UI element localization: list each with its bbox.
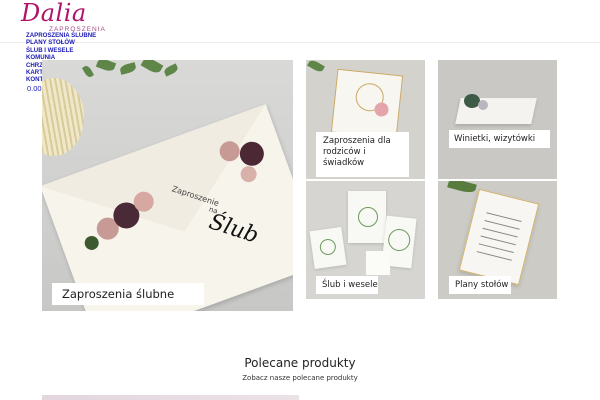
card-image [309,226,347,270]
leaf-decoration [119,62,137,75]
label-line: Zaproszenia dla [323,136,391,146]
leaf-decoration [95,60,117,73]
featured-product-image[interactable] [42,395,299,400]
featured-products-subheading: Zobacz nasze polecane produkty [242,374,358,382]
menu-card-image [348,191,386,243]
category-label-plany-stolow: Plany stołów [449,276,511,294]
list-line [484,220,520,230]
leaf-decoration [140,60,164,76]
category-label-slub-i-wesele: Ślub i wesele [316,276,378,294]
label-line: rodziców i [323,147,366,157]
twine-spool-image [42,78,84,156]
invitation-script-title: Ślub [205,209,262,249]
category-tile-winietki-wizytowki[interactable]: Winietki, wizytówki [438,60,557,179]
list-line [486,212,522,222]
category-tile-plany-stolow[interactable]: Plany stołów [438,181,557,299]
featured-products-heading: Polecane produkty [244,356,356,370]
wreath-decoration [358,207,378,227]
category-label-winietki-wizytowki: Winietki, wizytówki [449,130,550,148]
nav-item-plany-stolow[interactable]: PLANY STOŁÓW [26,39,106,46]
list-line [476,251,512,261]
table-number-image [366,251,390,275]
list-line [480,235,516,246]
list-line [482,227,518,238]
leaf-decoration [447,181,477,195]
table-plan-image [458,188,540,286]
card-image [330,68,404,140]
cart-amount: 0.00 [27,84,42,93]
list-line [478,243,514,253]
category-label-zaproszenia-dla-rodzicow: Zaproszenia dla rodziców i świadków [316,132,409,177]
leaf-decoration [162,63,180,77]
category-tile-zaproszenia-dla-rodzicow[interactable]: Zaproszenia dla rodziców i świadków [306,60,425,179]
category-tile-slub-i-wesele[interactable]: Ślub i wesele [306,181,425,299]
leaf-decoration [81,64,95,79]
category-label-zaproszenia-slubne: Zaproszenia ślubne [52,283,204,305]
logo-wordmark: Dalia [21,0,87,27]
label-line: świadków [323,158,365,168]
category-tile-zaproszenia-slubne[interactable]: Zaproszenie na Ślub Zaproszenia ślubne [42,60,293,311]
nav-item-slub-i-wesele[interactable]: ŚLUB I WESELE [26,47,106,54]
rose-decoration [373,101,390,118]
wreath-decoration [387,227,412,253]
wreath-decoration [318,237,337,257]
rose-decoration [478,100,488,110]
leaf-decoration [307,60,325,74]
